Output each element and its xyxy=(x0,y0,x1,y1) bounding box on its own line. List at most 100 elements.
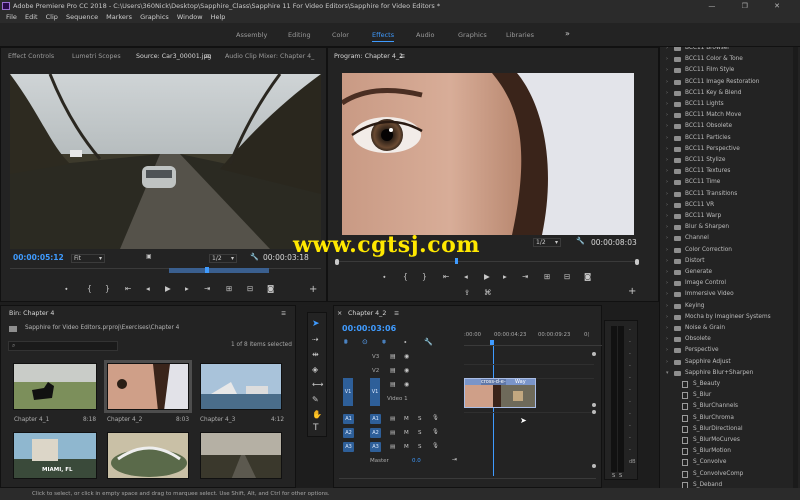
effect-folder[interactable]: › Perspective xyxy=(660,345,794,356)
effect-folder[interactable]: › Distort xyxy=(660,256,794,267)
tab-effect-controls[interactable]: Effect Controls xyxy=(8,50,54,64)
add-button-icon[interactable]: + xyxy=(628,286,636,297)
chevron-right-icon[interactable]: › xyxy=(666,301,668,312)
hand-tool-icon[interactable]: ✋ xyxy=(312,410,322,419)
linked-selection-icon[interactable]: ⊙ xyxy=(362,338,368,346)
sync-lock-icon[interactable]: ▤ xyxy=(390,353,396,360)
workspace-editing[interactable]: Editing xyxy=(288,31,311,39)
source-settings-icon[interactable]: ▣ xyxy=(146,253,152,260)
ripple-edit-icon[interactable]: ⇹ xyxy=(312,350,319,359)
effect-folder[interactable]: › BCC11 Key & Blend xyxy=(660,88,794,99)
effect-item[interactable]: S_BlurChroma xyxy=(660,413,794,424)
effect-folder[interactable]: › Obsolete xyxy=(660,334,794,345)
play-icon[interactable]: ▶ xyxy=(484,272,490,281)
lift-icon[interactable]: ⊞ xyxy=(544,272,550,281)
effect-folder[interactable]: › Immersive Video xyxy=(660,289,794,300)
scroll-handle[interactable] xyxy=(592,352,596,356)
chevron-right-icon[interactable]: › xyxy=(666,334,668,345)
eye-icon[interactable]: ◉ xyxy=(404,381,409,388)
chevron-right-icon[interactable]: › xyxy=(666,144,668,155)
extract-icon[interactable]: ⊟ xyxy=(564,272,570,281)
microphone-icon[interactable]: 🎙 xyxy=(432,415,439,421)
wrench-icon[interactable]: 🔧 xyxy=(576,237,585,245)
effect-item[interactable]: S_ConvolveComp xyxy=(660,469,794,480)
menu-file[interactable]: File xyxy=(6,12,17,23)
tab-audio-clip-mixer[interactable]: Audio Clip Mixer: Chapter 4_ xyxy=(225,50,314,64)
add-button-icon[interactable]: + xyxy=(309,284,317,295)
tab-program[interactable]: Program: Chapter 4_2 xyxy=(334,50,403,64)
scroll-handle[interactable] xyxy=(592,403,596,407)
menu-help[interactable]: Help xyxy=(211,12,226,23)
timeline-horizontal-scrollbar[interactable] xyxy=(339,478,596,483)
workspace-assembly[interactable]: Assembly xyxy=(236,31,267,39)
program-ruler-start-handle[interactable] xyxy=(335,259,339,265)
mute-button[interactable]: M xyxy=(404,416,409,422)
program-playhead[interactable] xyxy=(455,258,458,264)
effect-folder[interactable]: › Noise & Grain xyxy=(660,323,794,334)
effect-folder[interactable]: ▾ Sapphire Blur+Sharpen xyxy=(660,368,794,379)
workspaces-overflow-button[interactable]: » xyxy=(565,29,570,38)
track-select-icon[interactable]: ⇢ xyxy=(312,335,319,344)
chevron-right-icon[interactable]: › xyxy=(666,278,668,289)
pen-tool-icon[interactable]: ✎ xyxy=(312,395,319,404)
menu-edit[interactable]: Edit xyxy=(25,12,38,23)
go-to-out-icon[interactable]: ⇥ xyxy=(522,272,528,281)
sync-lock-icon[interactable]: ▤ xyxy=(390,381,396,388)
effect-folder[interactable]: › BCC11 Stylize xyxy=(660,155,794,166)
menu-sequence[interactable]: Sequence xyxy=(66,12,98,23)
tab-menu-icon[interactable]: ≡ xyxy=(400,50,405,64)
track-a1-target[interactable]: A1 xyxy=(370,414,381,424)
effect-folder[interactable]: › BCC11 VR xyxy=(660,200,794,211)
effect-item[interactable]: S_Beauty xyxy=(660,379,794,390)
effect-folder[interactable]: › BCC11 Warp xyxy=(660,211,794,222)
mark-out-icon[interactable]: } xyxy=(422,272,427,281)
step-back-icon[interactable]: ◂ xyxy=(464,272,468,281)
workspace-audio[interactable]: Audio xyxy=(416,31,434,39)
chevron-right-icon[interactable]: › xyxy=(666,245,668,256)
effect-folder[interactable]: › Keying xyxy=(660,301,794,312)
source-time-ruler[interactable] xyxy=(10,267,321,274)
program-ruler-end-handle[interactable] xyxy=(635,259,639,265)
menu-clip[interactable]: Clip xyxy=(46,12,58,23)
effect-folder[interactable]: › Channel xyxy=(660,233,794,244)
effect-folder[interactable]: › BCC11 Match Move xyxy=(660,110,794,121)
tab-lumetri-scopes[interactable]: Lumetri Scopes xyxy=(72,50,121,64)
source-patch-a1[interactable]: A1 xyxy=(343,414,354,424)
effect-folder[interactable]: › BCC11 Transitions xyxy=(660,189,794,200)
chevron-down-icon[interactable]: ▾ xyxy=(666,368,669,379)
workspace-libraries[interactable]: Libraries xyxy=(506,31,534,39)
menu-graphics[interactable]: Graphics xyxy=(140,12,169,23)
clip-thumbnail[interactable] xyxy=(200,363,282,410)
wrench-icon[interactable]: 🔧 xyxy=(424,338,433,346)
eye-icon[interactable]: ◉ xyxy=(404,367,409,374)
chevron-right-icon[interactable]: › xyxy=(666,65,668,76)
effect-folder[interactable]: › BCC11 Perspective xyxy=(660,144,794,155)
step-back-icon[interactable]: ◂ xyxy=(146,284,150,293)
menu-window[interactable]: Window xyxy=(177,12,203,23)
effect-folder[interactable]: › BCC11 Time xyxy=(660,177,794,188)
tab-menu-icon[interactable]: ≡ xyxy=(394,307,399,321)
timeline-ruler[interactable]: :00:00 00:00:04:23 00:00:09:23 0( xyxy=(464,330,602,346)
play-icon[interactable]: ▶ xyxy=(165,284,171,293)
chevron-right-icon[interactable]: › xyxy=(666,357,668,368)
chevron-right-icon[interactable]: › xyxy=(666,77,668,88)
scroll-handle[interactable] xyxy=(592,410,596,414)
effect-item[interactable]: S_Convolve xyxy=(660,457,794,468)
chevron-right-icon[interactable]: › xyxy=(666,54,668,65)
razor-tool-icon[interactable]: ◈ xyxy=(312,365,318,374)
chevron-right-icon[interactable]: › xyxy=(666,177,668,188)
effect-folder[interactable]: › Color Correction xyxy=(660,245,794,256)
microphone-icon[interactable]: 🎙 xyxy=(432,443,439,449)
microphone-icon[interactable]: 🎙 xyxy=(432,429,439,435)
mute-button[interactable]: M xyxy=(404,444,409,450)
effects-scrollbar[interactable] xyxy=(793,47,798,488)
effect-folder[interactable]: › Sapphire Adjust xyxy=(660,357,794,368)
export-frame-icon[interactable]: ◙ xyxy=(267,284,274,293)
chevron-right-icon[interactable]: › xyxy=(666,200,668,211)
program-time-ruler[interactable] xyxy=(335,258,639,266)
solo-button[interactable]: S xyxy=(418,430,422,436)
solo-button[interactable]: S xyxy=(418,416,422,422)
slip-tool-icon[interactable]: ⟷ xyxy=(312,380,323,389)
effect-item[interactable]: S_Blur xyxy=(660,390,794,401)
meter-solo-left[interactable]: S xyxy=(612,473,615,479)
